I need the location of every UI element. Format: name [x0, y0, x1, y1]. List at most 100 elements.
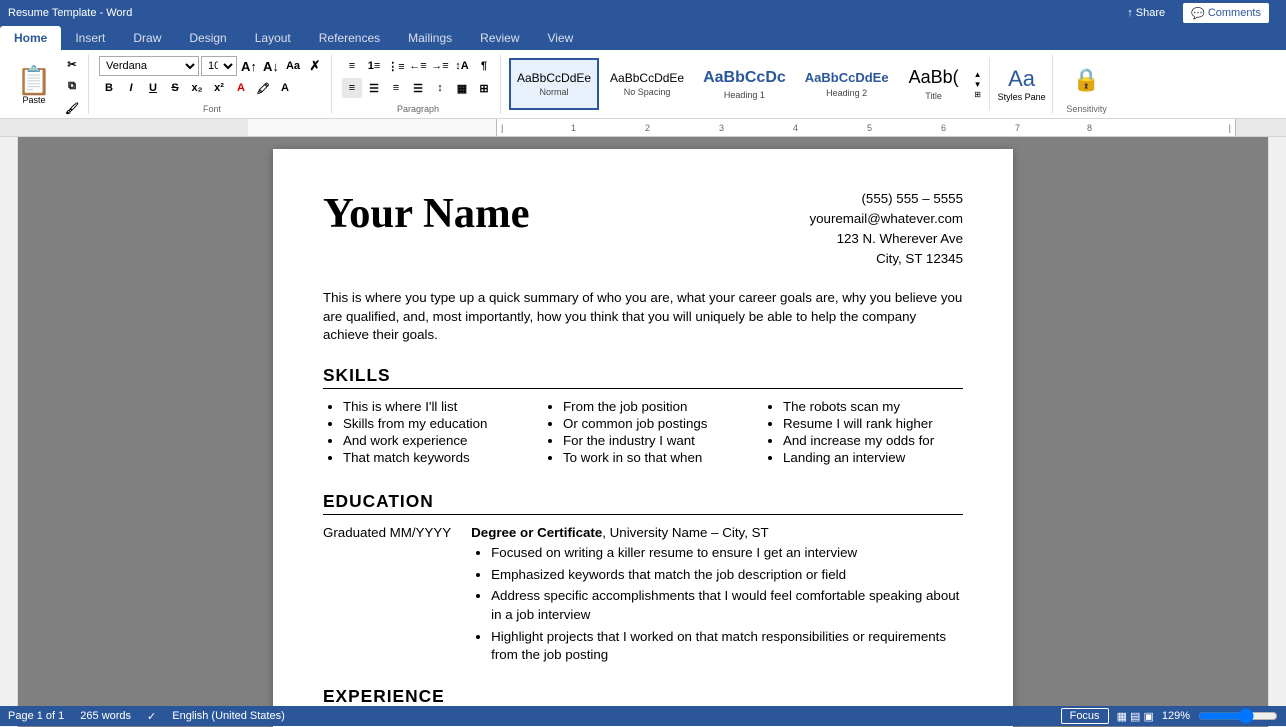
tab-review[interactable]: Review [466, 26, 533, 50]
styles-gallery: AaBbCcDdEe Normal AaBbCcDdEe No Spacing … [509, 58, 985, 110]
edu-degree: Degree or Certificate [471, 525, 602, 540]
strikethrough-button[interactable]: S [165, 78, 185, 98]
sensitivity-icon: 🔒 [1073, 67, 1100, 93]
comments-icon: 💬 [1191, 7, 1205, 20]
sort-button[interactable]: ↕A [452, 56, 472, 76]
highlight-button[interactable]: 🖍 [253, 78, 273, 98]
font-color-button[interactable]: A [231, 78, 251, 98]
subscript-button[interactable]: x₂ [187, 78, 207, 98]
zoom-slider[interactable] [1198, 708, 1278, 724]
styles-pane-button[interactable]: Aa Styles Pane [996, 58, 1048, 110]
focus-button[interactable]: Focus [1061, 708, 1109, 724]
doc-summary[interactable]: This is where you type up a quick summar… [323, 289, 963, 345]
paste-button[interactable]: 📋 Paste [12, 61, 56, 111]
underline-button[interactable]: U [143, 78, 163, 98]
bold-button[interactable]: B [99, 78, 119, 98]
status-bar-right: Focus ▦ ▤ ▣ 129% [1061, 708, 1278, 724]
skill-item: And increase my odds for [783, 433, 963, 448]
share-button[interactable]: ↑ Share [1118, 2, 1174, 24]
font-size-select[interactable]: 10 11 12 14 16 18 [201, 56, 237, 76]
font-name-select[interactable]: Verdana Calibri Times New Roman Arial [99, 56, 199, 76]
styles-pane-icon: Aa [1008, 66, 1035, 92]
cut-button[interactable]: ✂ [62, 54, 82, 74]
edu-bullet: Focused on writing a killer resume to en… [491, 544, 963, 563]
paste-icon: 📋 [17, 67, 52, 95]
tab-design[interactable]: Design [175, 26, 240, 50]
skill-item: For the industry I want [563, 433, 743, 448]
skills-grid: This is where I'll list Skills from my e… [323, 399, 963, 467]
edu-bullet: Emphasized keywords that match the job d… [491, 566, 963, 585]
title-bar: Resume Template - Word ↑ Share 💬 Comment… [0, 0, 1286, 26]
status-bar: Page 1 of 1 265 words ✓ English (United … [0, 706, 1286, 726]
styles-pane-label: Styles Pane [998, 92, 1046, 103]
paste-label: Paste [22, 95, 45, 105]
tab-insert[interactable]: Insert [61, 26, 119, 50]
style-h1-label: Heading 1 [724, 90, 765, 100]
education-row: Graduated MM/YYYY Degree or Certificate,… [323, 525, 963, 668]
scroll-area[interactable]: Your Name (555) 555 – 5555 youremail@wha… [18, 137, 1268, 727]
education-title[interactable]: EDUCATION [323, 491, 963, 515]
multilevel-list-button[interactable]: ⋮≡ [386, 56, 406, 76]
doc-contact: (555) 555 – 5555 youremail@whatever.com … [809, 189, 963, 269]
styles-section: AaBbCcDdEe Normal AaBbCcDdEe No Spacing … [505, 54, 1053, 114]
bullets-button[interactable]: ≡ [342, 56, 362, 76]
tab-draw[interactable]: Draw [119, 26, 175, 50]
comments-button[interactable]: 💬 Comments [1182, 2, 1270, 24]
style-normal[interactable]: AaBbCcDdEe Normal [509, 58, 599, 110]
tab-home[interactable]: Home [0, 26, 61, 50]
contact-address: 123 N. Wherever Ave [809, 229, 963, 249]
align-right-button[interactable]: ≡ [386, 78, 406, 98]
text-effects-button[interactable]: A [275, 78, 295, 98]
skill-item: Landing an interview [783, 450, 963, 465]
skill-item: The robots scan my [783, 399, 963, 414]
borders-button[interactable]: ⊞ [474, 78, 494, 98]
header-actions: ↑ Share 💬 Comments [1110, 2, 1278, 24]
document[interactable]: Your Name (555) 555 – 5555 youremail@wha… [273, 149, 1013, 727]
style-title[interactable]: AaBb( Title [900, 58, 968, 110]
line-spacing-button[interactable]: ↕ [430, 78, 450, 98]
skill-item: And work experience [343, 433, 523, 448]
show-marks-button[interactable]: ¶ [474, 56, 494, 76]
superscript-button[interactable]: x² [209, 78, 229, 98]
edu-bullet: Highlight projects that I worked on that… [491, 628, 963, 665]
style-title-preview: AaBb( [909, 67, 959, 89]
numbering-button[interactable]: 1≡ [364, 56, 384, 76]
right-sidebar [1268, 137, 1286, 727]
skills-title[interactable]: SKILLS [323, 365, 963, 389]
doc-name[interactable]: Your Name [323, 189, 530, 238]
skills-col-3: The robots scan my Resume I will rank hi… [763, 399, 963, 467]
style-normal-label: Normal [540, 87, 569, 97]
skill-item: Skills from my education [343, 416, 523, 431]
format-painter-button[interactable]: 🖌 [62, 98, 82, 118]
font-section: Verdana Calibri Times New Roman Arial 10… [93, 54, 332, 114]
skill-item: Resume I will rank higher [783, 416, 963, 431]
skill-item: This is where I'll list [343, 399, 523, 414]
align-left-button[interactable]: ≡ [342, 78, 362, 98]
align-center-button[interactable]: ☰ [364, 78, 384, 98]
tab-view[interactable]: View [534, 26, 588, 50]
tab-layout[interactable]: Layout [241, 26, 305, 50]
style-heading1[interactable]: AaBbCcDc Heading 1 [695, 58, 794, 110]
decrease-indent-button[interactable]: ←≡ [408, 56, 428, 76]
zoom-level: 129% [1162, 710, 1190, 722]
tab-references[interactable]: References [305, 26, 394, 50]
contact-phone: (555) 555 – 5555 [809, 189, 963, 209]
shading-button[interactable]: ▦ [452, 78, 472, 98]
clear-format-button[interactable]: ✗ [305, 56, 325, 76]
increase-font-button[interactable]: A↑ [239, 56, 259, 76]
italic-button[interactable]: I [121, 78, 141, 98]
share-icon: ↑ [1127, 7, 1133, 19]
tab-mailings[interactable]: Mailings [394, 26, 466, 50]
ribbon-tabs: Home Insert Draw Design Layout Reference… [0, 26, 1286, 50]
style-nospacing-preview: AaBbCcDdEe [610, 71, 684, 85]
justify-button[interactable]: ☰ [408, 78, 428, 98]
style-heading2[interactable]: AaBbCcDdEe Heading 2 [797, 58, 897, 110]
change-case-button[interactable]: Aa [283, 56, 303, 76]
left-sidebar [0, 137, 18, 727]
copy-button[interactable]: ⧉ [62, 76, 82, 96]
style-no-spacing[interactable]: AaBbCcDdEe No Spacing [602, 58, 692, 110]
decrease-font-button[interactable]: A↓ [261, 56, 281, 76]
increase-indent-button[interactable]: →≡ [430, 56, 450, 76]
edu-detail: Degree or Certificate, University Name –… [471, 525, 963, 668]
gallery-scroll-arrow[interactable]: ▲ ▼ ⊞ [971, 58, 985, 110]
